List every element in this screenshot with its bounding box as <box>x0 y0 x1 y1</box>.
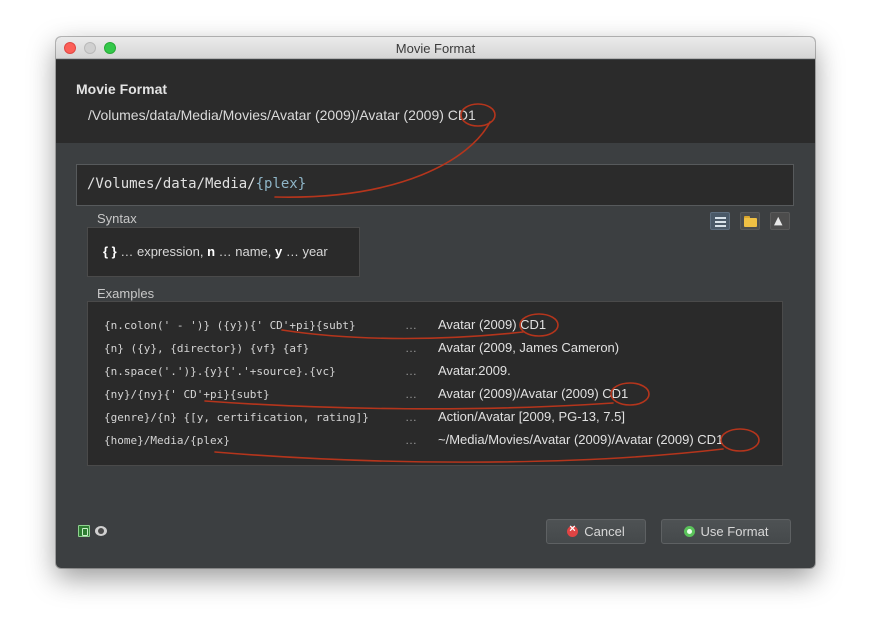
format-prefix: /Volumes/data/Media/ <box>87 176 256 192</box>
example-code: {n} ({y}, {director}) {vf} {af} <box>104 342 310 355</box>
syntax-text-year: … year <box>282 244 328 259</box>
example-result: Action/Avatar [2009, PG-13, 7.5] <box>438 409 625 424</box>
use-format-button[interactable]: Use Format <box>661 519 791 544</box>
cancel-button[interactable]: Cancel <box>546 519 646 544</box>
example-result: Avatar (2009)/Avatar (2009) CD1 <box>438 386 629 401</box>
ok-icon <box>683 526 695 537</box>
shell-icon[interactable] <box>78 525 90 537</box>
example-result: Avatar (2009, James Cameron) <box>438 340 620 355</box>
example-result: Avatar.2009. <box>438 363 511 378</box>
example-result: ~/Media/Movies/Avatar (2009)/Avatar (200… <box>438 432 724 447</box>
folder-icon[interactable] <box>740 212 760 230</box>
example-code: {genre}/{n} {[y, certification, rating]} <box>104 411 369 424</box>
example-row[interactable]: {ny}/{ny}{' CD'+pi}{subt} … Avatar (2009… <box>88 385 782 405</box>
format-expression: {plex} <box>255 176 307 192</box>
example-result: Avatar (2009) CD1 <box>438 317 547 332</box>
example-dots: … <box>405 341 417 355</box>
syntax-n: n <box>207 244 216 259</box>
example-code: {n.space('.')}.{y}{'.'+source}.{vc} <box>104 365 336 378</box>
example-dots: … <box>405 433 417 447</box>
example-code: {ny}/{ny}{' CD'+pi}{subt} <box>104 388 270 401</box>
movie-format-dialog: Movie Format Movie Format /Volumes/data/… <box>56 37 815 568</box>
use-format-label: Use Format <box>700 524 769 539</box>
cancel-icon <box>567 523 579 537</box>
example-row[interactable]: {home}/Media/{plex} … ~/Media/Movies/Ava… <box>88 431 782 451</box>
preview-header: Movie Format /Volumes/data/Media/Movies/… <box>56 60 815 143</box>
syntax-braces: { } <box>103 244 117 259</box>
syntax-text-name: … name, <box>215 244 275 259</box>
syntax-text-expression: … expression, <box>116 244 208 259</box>
examples-list: {n.colon(' - ')} ({y}){' CD'+pi}{subt} …… <box>87 301 783 466</box>
example-row[interactable]: {n} ({y}, {director}) {vf} {af} … Avatar… <box>88 339 782 359</box>
format-expression-input[interactable]: /Volumes/data/Media/{plex} <box>76 164 794 206</box>
example-dots: … <box>405 387 417 401</box>
syntax-label: Syntax <box>97 211 137 226</box>
header-title: Movie Format <box>76 81 168 97</box>
title-bar[interactable]: Movie Format <box>56 37 815 59</box>
example-dots: … <box>405 318 417 332</box>
window-title: Movie Format <box>395 41 476 56</box>
cancel-label: Cancel <box>584 524 625 539</box>
example-dots: … <box>405 364 417 378</box>
syntax-help: { } … expression, n … name, y … year <box>87 227 360 277</box>
example-code: {n.colon(' - ')} ({y}){' CD'+pi}{subt} <box>104 319 356 332</box>
example-code: {home}/Media/{plex} <box>104 434 230 447</box>
example-dots: … <box>405 410 417 424</box>
example-row[interactable]: {genre}/{n} {[y, certification, rating]}… <box>88 408 782 428</box>
sample-path-preview: /Volumes/data/Media/Movies/Avatar (2009)… <box>88 107 476 123</box>
example-row[interactable]: {n.space('.')}.{y}{'.'+source}.{vc} … Av… <box>88 362 782 382</box>
list-icon[interactable] <box>710 212 730 230</box>
example-row[interactable]: {n.colon(' - ')} ({y}){' CD'+pi}{subt} …… <box>88 316 782 336</box>
eye-icon[interactable] <box>95 526 107 536</box>
examples-label: Examples <box>97 286 155 301</box>
plex-icon[interactable]: ▲ <box>770 212 790 230</box>
